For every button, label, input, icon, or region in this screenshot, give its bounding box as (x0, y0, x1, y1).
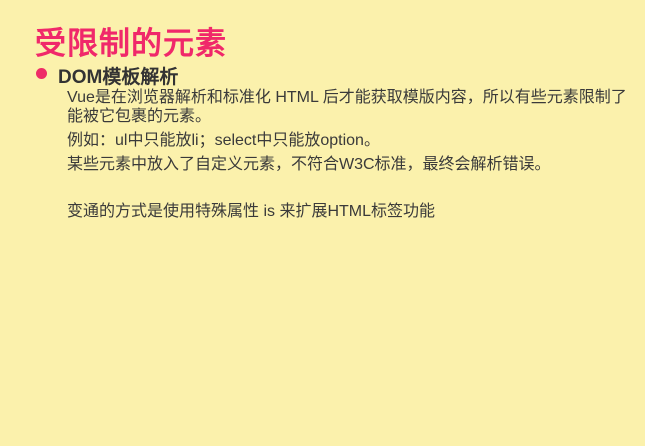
paragraph: 变通的方式是使用特殊属性 is 来扩展HTML标签功能 (67, 203, 436, 220)
slide-body: Vue是在浏览器解析和标准化 HTML 后才能获取模版内容，所以有些元素限制了能… (67, 88, 637, 226)
paragraph: 某些元素中放入了自定义元素，不符合W3C标准，最终会解析错误。 (67, 156, 551, 173)
paragraph: 例如：ul中只能放li；select中只能放option。 (67, 132, 380, 149)
slide-title: 受限制的元素 (35, 26, 227, 61)
bullet-dot-icon (36, 68, 47, 79)
section-heading: DOM模板解析 (58, 67, 179, 88)
paragraph: Vue是在浏览器解析和标准化 HTML 后才能获取模版内容，所以有些元素限制了能… (67, 89, 627, 125)
